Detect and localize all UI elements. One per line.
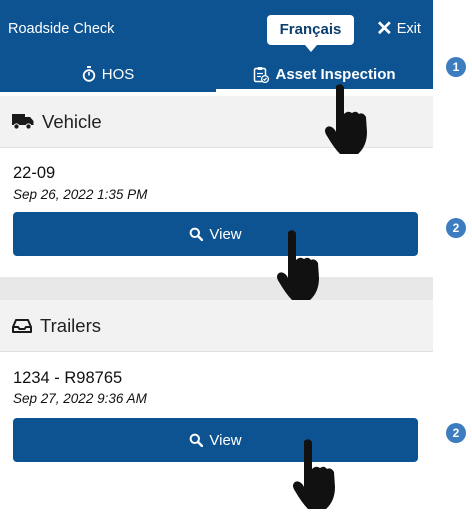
pointing-hand-icon xyxy=(277,230,319,300)
search-icon xyxy=(189,433,204,447)
trailers-header-label: Trailers xyxy=(40,314,101,336)
truck-icon xyxy=(12,114,34,130)
trailer-date: Sep 27, 2022 9:36 AM xyxy=(13,391,147,406)
inbox-icon xyxy=(12,318,32,333)
app-screen: Roadside Check Français ✕ Exit HOS Asset… xyxy=(0,0,433,515)
exit-label: Exit xyxy=(396,21,421,37)
pointing-hand-icon xyxy=(293,439,335,509)
step-badge-2: 2 xyxy=(446,218,466,238)
trailer-view-label: View xyxy=(209,431,242,449)
vehicle-date: Sep 26, 2022 1:35 PM xyxy=(13,187,148,202)
stopwatch-icon xyxy=(82,66,95,82)
tab-asset-label: Asset Inspection xyxy=(275,65,396,83)
trailers-section-header: Trailers xyxy=(0,300,433,352)
language-button[interactable]: Français xyxy=(267,15,354,52)
trailer-id: 1234 - R98765 xyxy=(13,369,123,387)
search-icon xyxy=(189,227,204,241)
vehicle-header-label: Vehicle xyxy=(42,110,102,132)
top-bar: Roadside Check Français ✕ Exit HOS Asset… xyxy=(0,0,433,92)
close-icon: ✕ xyxy=(376,18,393,40)
step-badge-1: 1 xyxy=(446,57,466,77)
page-title: Roadside Check xyxy=(8,21,115,37)
tab-hos-label: HOS xyxy=(101,65,135,83)
step-badge-2-second: 2 xyxy=(446,423,466,443)
vehicle-view-label: View xyxy=(209,225,242,243)
trailer-view-button[interactable]: View xyxy=(13,418,418,462)
vehicle-id: 22-09 xyxy=(13,164,56,182)
pointing-hand-icon xyxy=(325,84,367,154)
tab-hos[interactable]: HOS xyxy=(0,56,216,92)
clipboard-check-icon xyxy=(254,66,270,83)
exit-button[interactable]: ✕ Exit xyxy=(376,18,421,40)
vehicle-view-button[interactable]: View xyxy=(13,212,418,256)
section-divider xyxy=(0,277,433,300)
